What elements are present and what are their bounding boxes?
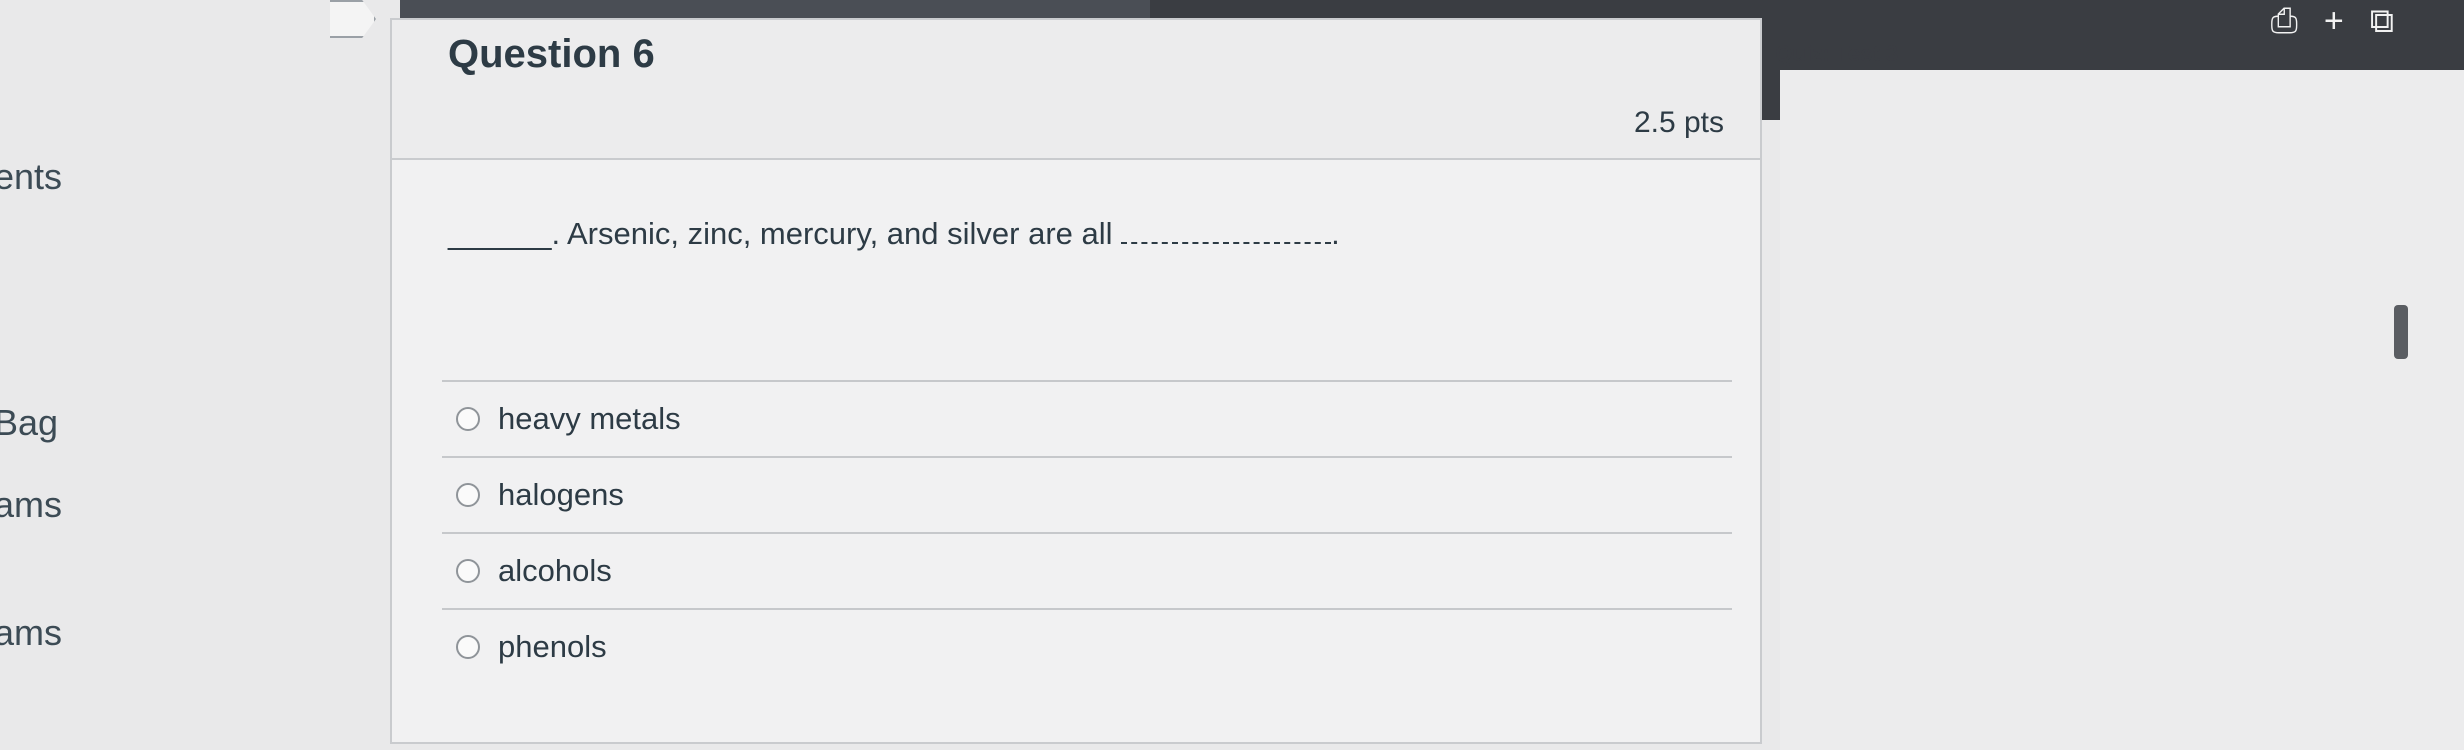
answer-label[interactable]: phenols	[498, 629, 607, 665]
nav-item-fragment-2[interactable]: Bag	[0, 402, 58, 444]
answer-option[interactable]: phenols	[442, 608, 1732, 684]
quiz-title: T Quiz: Test 3	[1748, 38, 1898, 70]
nav-item-fragment-1[interactable]: ents	[0, 156, 62, 198]
radio-button[interactable]	[456, 483, 480, 507]
answer-option[interactable]: heavy metals	[442, 380, 1732, 456]
question-points: 2.5 pts	[1633, 106, 1724, 139]
question-suffix: .	[1331, 216, 1340, 251]
bookmark-flag-icon[interactable]	[330, 0, 376, 38]
radio-button[interactable]	[456, 635, 480, 659]
answer-label[interactable]: halogens	[498, 477, 624, 513]
copy-icon[interactable]: ⧉	[2370, 4, 2394, 38]
question-prefix-blank: ______	[448, 216, 552, 251]
question-header: Question 6 2.5 pts	[392, 20, 1760, 160]
question-text: ______. Arsenic, zinc, mercury, and silv…	[448, 216, 1340, 252]
browser-toolbar-icons: ⎙ + ⧉	[2271, 4, 2394, 38]
question-card: Question 6 2.5 pts ______. Arsenic, zinc…	[390, 18, 1762, 744]
answer-label[interactable]: alcohols	[498, 553, 612, 589]
answer-option[interactable]: halogens	[442, 456, 1732, 532]
nav-item-fragment-4[interactable]: ams	[0, 612, 62, 654]
answer-blank	[1121, 242, 1332, 244]
right-panel	[1780, 70, 2464, 750]
save-icon[interactable]: ⎙	[2271, 4, 2298, 38]
answer-option[interactable]: alcohols	[442, 532, 1732, 608]
radio-button[interactable]	[456, 559, 480, 583]
answer-list: heavy metals halogens alcohols phenols	[442, 380, 1732, 684]
quiz-title-text: Quiz: Test 3	[1775, 41, 1899, 66]
plus-icon[interactable]: +	[2324, 4, 2344, 38]
radio-button[interactable]	[456, 407, 480, 431]
answer-label[interactable]: heavy metals	[498, 401, 681, 437]
scrollbar-thumb[interactable]	[2394, 305, 2408, 359]
question-body: . Arsenic, zinc, mercury, and silver are…	[551, 216, 1122, 251]
question-title: Question 6	[448, 32, 655, 76]
nav-item-fragment-3[interactable]: ams	[0, 484, 62, 526]
